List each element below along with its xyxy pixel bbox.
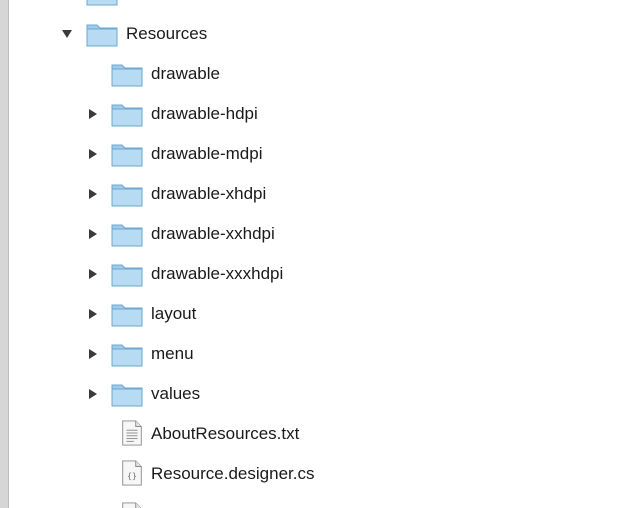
tree-item-label: drawable-xhdpi — [151, 184, 267, 203]
tree-row-folder[interactable]: layout — [0, 294, 621, 334]
disclosure-expanded-icon[interactable] — [61, 28, 73, 40]
tree-row-folder[interactable]: drawable-xxhdpi — [0, 214, 621, 254]
tree-item-label: drawable-xxhdpi — [151, 224, 275, 243]
folder-icon — [86, 24, 118, 47]
tree-row-folder[interactable]: drawable-xhdpi — [0, 174, 621, 214]
tree-item-label: Resources — [126, 24, 208, 43]
tree-row-cropped-bottom[interactable] — [0, 498, 621, 508]
folder-icon — [111, 64, 143, 87]
tree-row-cropped-top[interactable] — [0, 0, 621, 6]
folder-icon — [111, 304, 143, 327]
code-file-icon: {} — [122, 460, 142, 486]
folder-icon — [111, 104, 143, 127]
folder-icon — [111, 384, 143, 407]
folder-icon — [111, 224, 143, 247]
tree-row-file[interactable]: {} Resource.designer.cs — [0, 454, 621, 494]
tree-item-label: drawable-mdpi — [151, 144, 263, 163]
disclosure-collapsed-icon[interactable] — [87, 108, 99, 120]
disclosure-collapsed-icon[interactable] — [87, 228, 99, 240]
folder-icon — [111, 344, 143, 367]
tree-row-folder[interactable]: drawable — [0, 54, 621, 94]
tree-item-label: layout — [151, 304, 197, 323]
tree-row-folder[interactable]: drawable-mdpi — [0, 134, 621, 174]
tree-row-folder[interactable]: drawable-xxxhdpi — [0, 254, 621, 294]
disclosure-collapsed-icon[interactable] — [87, 348, 99, 360]
disclosure-collapsed-icon[interactable] — [87, 308, 99, 320]
tree-row-folder[interactable]: drawable-hdpi — [0, 94, 621, 134]
tree-item-label: drawable-xxxhdpi — [151, 264, 284, 283]
tree-item-label: menu — [151, 344, 194, 363]
project-tree: Resources drawable drawable-hdpi drawabl… — [0, 0, 621, 508]
tree-item-label: drawable — [151, 64, 220, 83]
tree-item-label: AboutResources.txt — [151, 424, 300, 443]
tree-row-folder[interactable]: menu — [0, 334, 621, 374]
tree-row-folder[interactable]: values — [0, 374, 621, 414]
folder-icon — [86, 0, 118, 6]
disclosure-collapsed-icon[interactable] — [87, 268, 99, 280]
disclosure-collapsed-icon[interactable] — [87, 388, 99, 400]
file-icon — [122, 502, 142, 508]
tree-item-label: Resource.designer.cs — [151, 464, 315, 483]
tree-row-resources[interactable]: Resources — [0, 14, 621, 54]
tree-item-label: values — [151, 384, 201, 403]
folder-icon — [111, 144, 143, 167]
folder-icon — [111, 184, 143, 207]
svg-text:{}: {} — [127, 471, 137, 481]
disclosure-collapsed-icon[interactable] — [87, 148, 99, 160]
tree-item-label: drawable-hdpi — [151, 104, 258, 123]
tree-row-file[interactable]: AboutResources.txt — [0, 414, 621, 454]
folder-icon — [111, 264, 143, 287]
disclosure-collapsed-icon[interactable] — [87, 188, 99, 200]
text-file-icon — [122, 420, 142, 446]
